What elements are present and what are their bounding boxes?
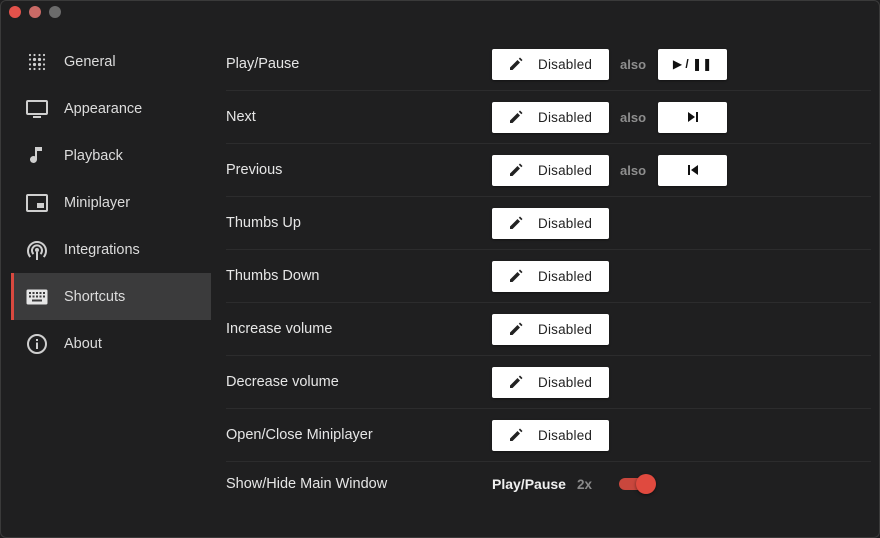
shortcut-row-open-close-miniplayer: Open/Close Miniplayer Disabled xyxy=(226,409,871,462)
shortcut-row-play-pause: Play/Pause Disabled also ▶ / ❚❚ xyxy=(226,38,871,91)
next-track-icon xyxy=(687,112,698,122)
shortcut-label: Show/Hide Main Window xyxy=(226,476,388,492)
media-key-play-pause-button[interactable]: ▶ / ❚❚ xyxy=(658,48,727,80)
sidebar-item-label: Miniplayer xyxy=(64,194,131,211)
edit-shortcut-button[interactable]: Disabled xyxy=(492,101,609,133)
sidebar-item-label: Integrations xyxy=(64,241,140,258)
edit-shortcut-button[interactable]: Disabled xyxy=(492,419,609,451)
shortcuts-panel: Play/Pause Disabled also ▶ / ❚❚ Next Dis… xyxy=(226,38,871,506)
shortcut-row-previous: Previous Disabled also xyxy=(226,144,871,197)
shortcut-row-thumbs-up: Thumbs Up Disabled xyxy=(226,197,871,250)
sidebar-item-miniplayer[interactable]: Miniplayer xyxy=(11,179,211,226)
shortcut-label: Open/Close Miniplayer xyxy=(226,427,373,443)
pencil-icon xyxy=(510,322,523,335)
sidebar-item-shortcuts[interactable]: Shortcuts xyxy=(11,273,211,320)
shortcut-value: Disabled xyxy=(538,427,593,443)
also-label: also xyxy=(620,56,647,72)
toggle-knob[interactable] xyxy=(636,474,656,494)
sidebar-item-appearance[interactable]: Appearance xyxy=(11,85,211,132)
minimize-window-button[interactable] xyxy=(29,6,41,18)
shortcut-value: Disabled xyxy=(538,215,593,231)
info-icon xyxy=(25,332,49,356)
pencil-icon xyxy=(510,110,523,123)
edit-shortcut-button[interactable]: Disabled xyxy=(492,260,609,292)
title-bar xyxy=(1,1,879,23)
sidebar-item-label: About xyxy=(64,335,102,352)
sidebar-item-integrations[interactable]: Integrations xyxy=(11,226,211,273)
music-note-icon xyxy=(25,144,49,168)
sidebar-item-about[interactable]: About xyxy=(11,320,211,367)
show-hide-key-label: Play/Pause xyxy=(492,476,566,492)
shortcut-row-decrease-volume: Decrease volume Disabled xyxy=(226,356,871,409)
shortcut-label: Thumbs Up xyxy=(226,215,301,231)
zoom-window-button[interactable] xyxy=(49,6,61,18)
sidebar-item-label: Shortcuts xyxy=(64,288,126,305)
sidebar-item-general[interactable]: General xyxy=(11,38,211,85)
also-label: also xyxy=(620,162,647,178)
shortcut-row-increase-volume: Increase volume Disabled xyxy=(226,303,871,356)
edit-shortcut-button[interactable]: Disabled xyxy=(492,48,609,80)
shortcut-row-show-hide-main-window: Show/Hide Main Window Play/Pause 2x xyxy=(226,462,871,506)
shortcut-row-next: Next Disabled also xyxy=(226,91,871,144)
monitor-icon xyxy=(25,97,49,121)
preferences-window: General Appearance Playback Miniplayer I… xyxy=(0,0,880,538)
edit-shortcut-button[interactable]: Disabled xyxy=(492,154,609,186)
sidebar: General Appearance Playback Miniplayer I… xyxy=(11,38,211,367)
pencil-icon xyxy=(510,216,523,229)
pencil-icon xyxy=(510,57,523,70)
shortcut-label: Decrease volume xyxy=(226,374,339,390)
pencil-icon xyxy=(510,269,523,282)
shortcut-value: Disabled xyxy=(538,162,593,178)
keyboard-icon xyxy=(25,285,49,309)
sidebar-item-label: Playback xyxy=(64,147,123,164)
edit-shortcut-button[interactable]: Disabled xyxy=(492,366,609,398)
sidebar-item-playback[interactable]: Playback xyxy=(11,132,211,179)
sidebar-item-label: Appearance xyxy=(64,100,143,117)
edit-shortcut-button[interactable]: Disabled xyxy=(492,207,609,239)
press-multiplier: 2x xyxy=(577,476,593,492)
shortcut-value: Disabled xyxy=(538,56,593,72)
media-key-previous-button[interactable] xyxy=(658,154,727,186)
broadcast-icon xyxy=(25,238,49,262)
dots-grid-icon xyxy=(25,50,49,74)
media-key-next-button[interactable] xyxy=(658,101,727,133)
shortcut-label: Play/Pause xyxy=(226,56,300,72)
shortcut-value: Disabled xyxy=(538,374,593,390)
shortcut-label: Previous xyxy=(226,162,283,178)
shortcut-label: Next xyxy=(226,109,256,125)
pencil-icon xyxy=(510,375,523,388)
miniplayer-icon xyxy=(25,191,49,215)
shortcut-row-thumbs-down: Thumbs Down Disabled xyxy=(226,250,871,303)
shortcut-value: Disabled xyxy=(538,109,593,125)
also-label: also xyxy=(620,109,647,125)
show-hide-toggle[interactable] xyxy=(619,474,656,494)
previous-track-icon xyxy=(687,165,698,175)
play-pause-icon: ▶ / ❚❚ xyxy=(672,57,713,71)
edit-shortcut-button[interactable]: Disabled xyxy=(492,313,609,345)
shortcut-value: Disabled xyxy=(538,268,593,284)
shortcut-value: Disabled xyxy=(538,321,593,337)
shortcut-label: Thumbs Down xyxy=(226,268,320,284)
close-window-button[interactable] xyxy=(9,6,21,18)
sidebar-item-label: General xyxy=(64,53,116,70)
shortcut-label: Increase volume xyxy=(226,321,333,337)
pencil-icon xyxy=(510,428,523,441)
pencil-icon xyxy=(510,163,523,176)
